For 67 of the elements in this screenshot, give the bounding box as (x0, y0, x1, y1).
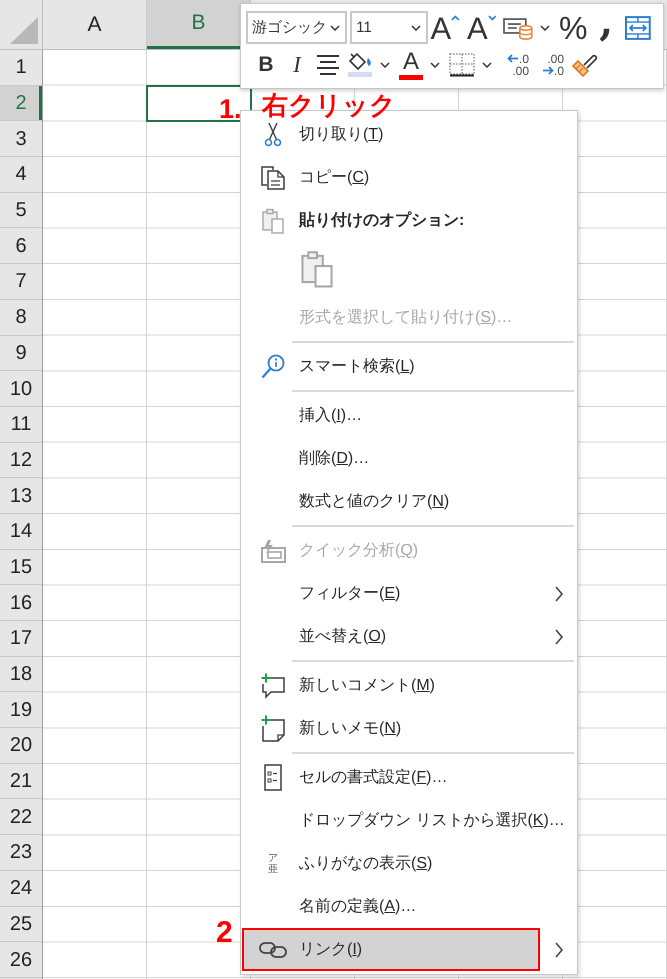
row-header[interactable]: 6 (0, 228, 42, 264)
row-header[interactable]: 11 (0, 406, 42, 443)
scissors-icon (264, 122, 282, 147)
column-header[interactable]: B (147, 0, 251, 49)
caret-down-icon (430, 62, 440, 68)
comma-button[interactable]: , (594, 10, 618, 44)
font-size-field[interactable]: 11 (350, 11, 428, 44)
row-header[interactable]: 9 (0, 336, 42, 372)
row-header[interactable]: 20 (0, 728, 42, 764)
caret-down-icon (330, 24, 340, 30)
row-header[interactable]: 24 (0, 870, 42, 906)
link-icon (259, 940, 287, 960)
caret-down-icon (482, 62, 492, 68)
table-database-icon (503, 16, 534, 40)
italic-button[interactable]: I (285, 48, 309, 82)
row-header[interactable]: 19 (0, 692, 42, 728)
menu-heading: 貼り付けのオプション: (299, 210, 464, 230)
clipboard-icon (262, 208, 284, 234)
step-number: 1. (219, 96, 242, 123)
menu-item[interactable]: リンク(I) (242, 928, 540, 971)
percent-button[interactable]: % (559, 10, 588, 44)
paint-bucket-icon (347, 52, 373, 71)
row-header[interactable]: 10 (0, 371, 42, 407)
font-color-button[interactable]: A (399, 48, 423, 82)
caret-down-icon (410, 24, 421, 30)
comment-icon (261, 672, 285, 698)
note-icon (261, 715, 285, 742)
row-header[interactable]: 18 (0, 656, 42, 692)
merge-icon (625, 16, 651, 40)
search-icon (261, 354, 285, 380)
shrink-font-button[interactable]: A (466, 10, 496, 44)
row-header[interactable]: 7 (0, 264, 42, 300)
row-header[interactable]: 2 (0, 86, 42, 122)
bold-button[interactable]: B (254, 48, 278, 82)
row-header[interactable]: 3 (0, 121, 42, 158)
furigana-glyph: ア亜 (268, 852, 278, 874)
right-arrow-icon (542, 66, 554, 75)
row-header[interactable]: 16 (0, 585, 42, 621)
row-header[interactable]: 14 (0, 514, 42, 550)
align-center-icon (316, 54, 340, 76)
row-header[interactable]: 23 (0, 835, 42, 871)
increase-decimal-button[interactable]: .0 .00 (501, 48, 529, 82)
row-header[interactable]: 25 (0, 906, 42, 942)
caret-up-icon (451, 14, 460, 20)
copy-icon (260, 166, 286, 190)
row-header[interactable]: 13 (0, 478, 42, 514)
row-header[interactable]: 21 (0, 764, 42, 800)
grow-font-button[interactable]: A (430, 10, 460, 44)
decrease-decimal-button[interactable]: .00 .0 (536, 48, 564, 82)
row-header[interactable]: 15 (0, 550, 42, 586)
row-header[interactable]: 5 (0, 192, 42, 228)
caret-down-icon (380, 62, 390, 68)
row-header[interactable]: 17 (0, 621, 42, 657)
row-header[interactable]: 12 (0, 442, 42, 478)
caret-down-icon (488, 14, 496, 20)
caret-down-icon (540, 24, 550, 30)
border-grid-icon (449, 52, 475, 76)
step-number: 2 (216, 918, 233, 948)
form-document-icon (264, 764, 282, 791)
font-name-field[interactable]: 游ゴシック (246, 11, 348, 44)
row-header[interactable]: 4 (0, 157, 42, 193)
left-arrow-icon (506, 54, 519, 63)
lightning-frame-icon (260, 538, 286, 562)
clipboard-icon (301, 250, 333, 288)
row-header[interactable]: 26 (0, 942, 42, 978)
row-header[interactable]: 22 (0, 799, 42, 836)
row-header[interactable]: 8 (0, 300, 42, 336)
